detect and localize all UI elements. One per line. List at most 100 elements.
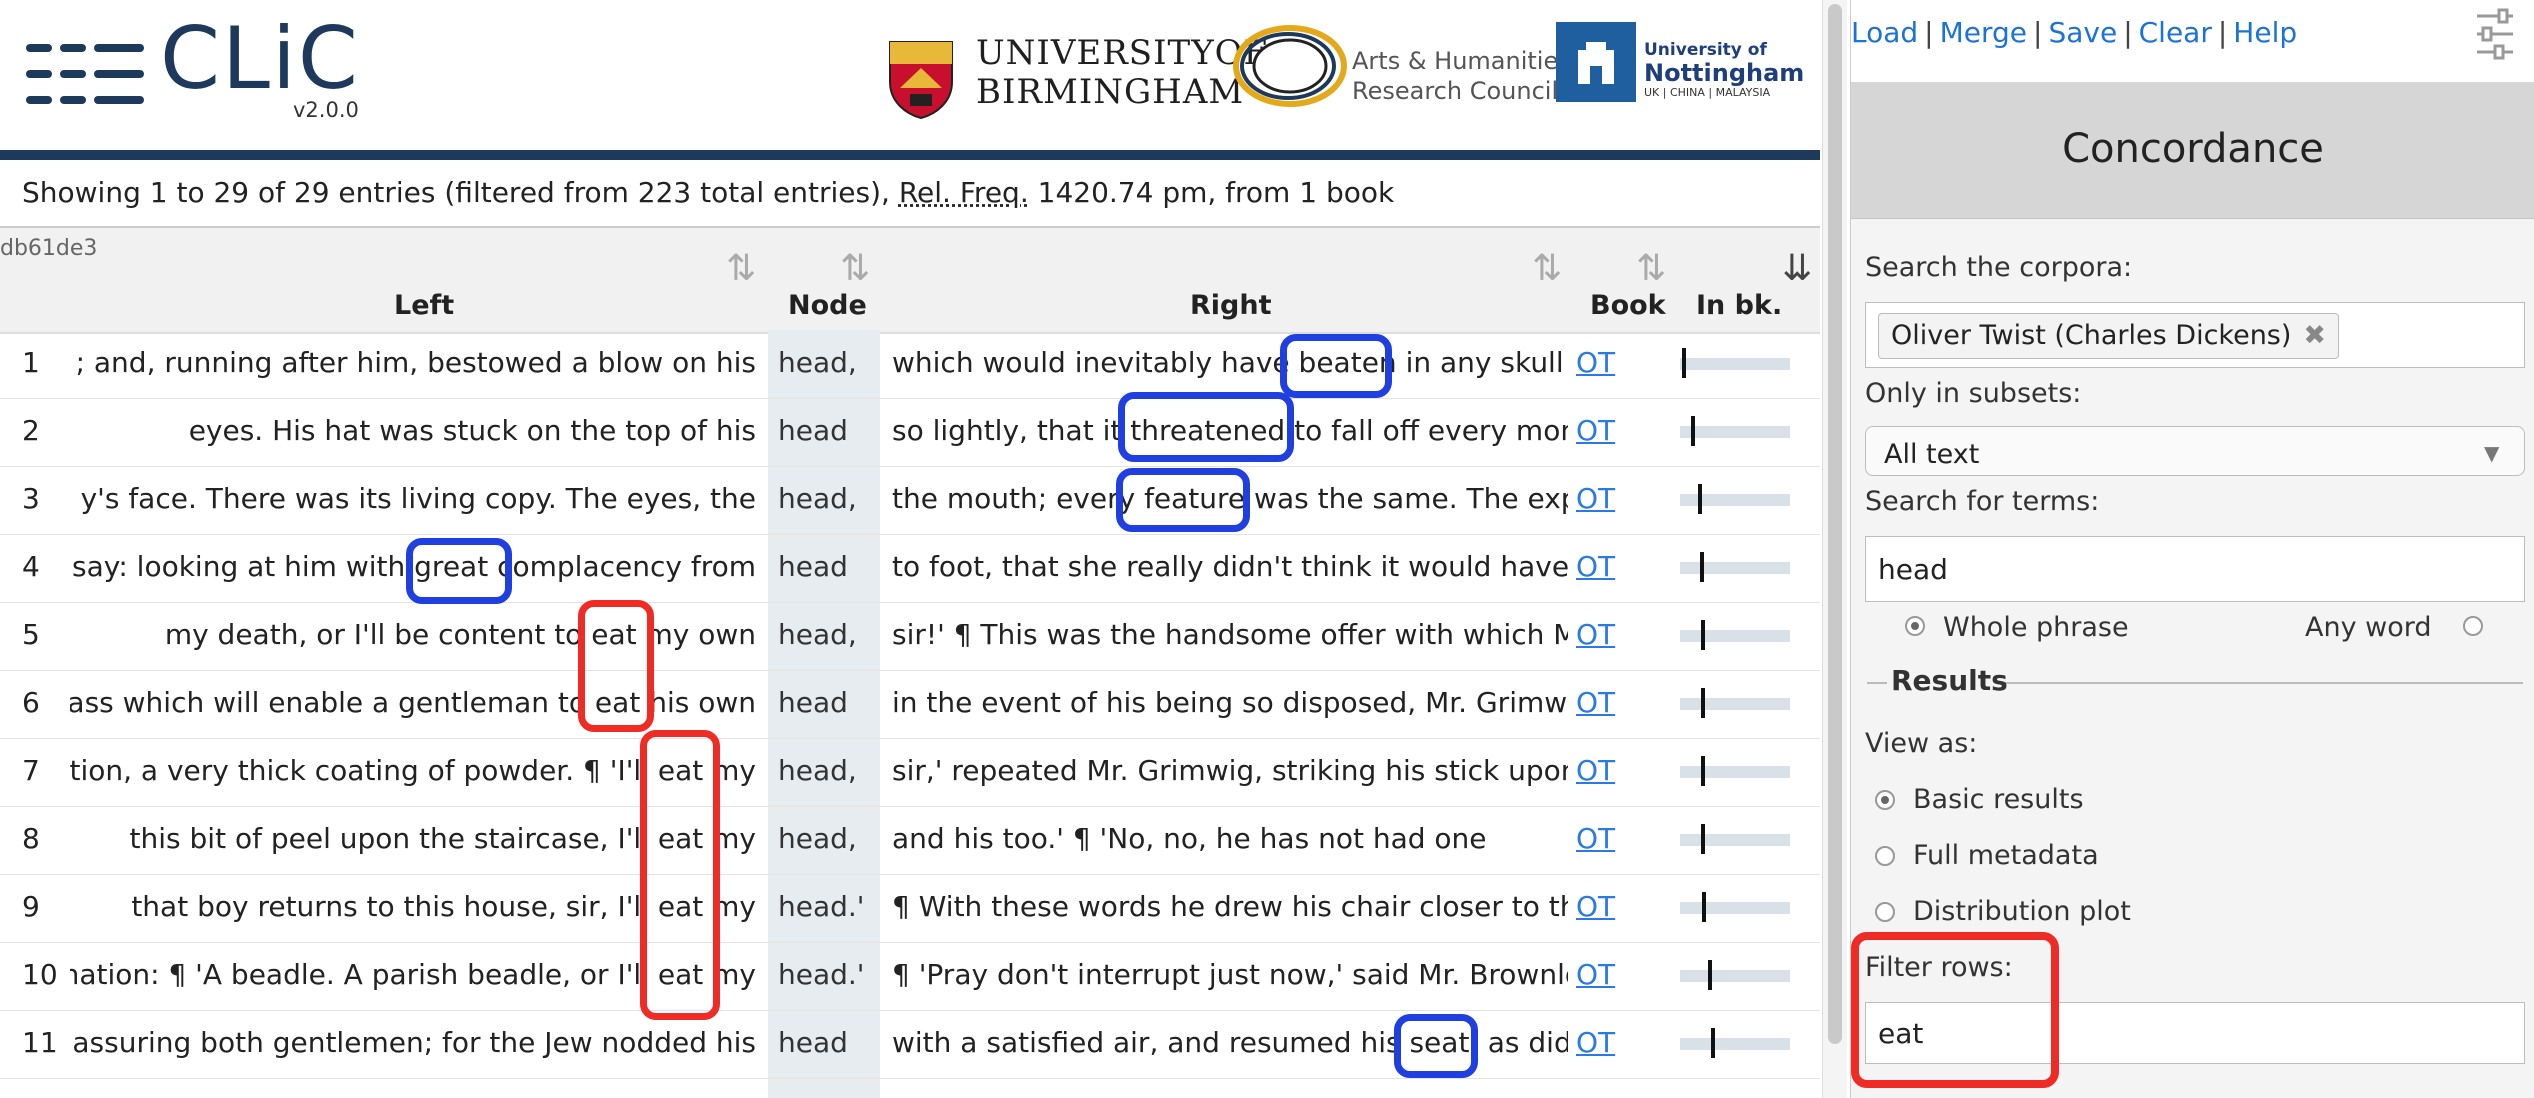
help-link[interactable]: Help [2233,16,2297,49]
position-marker [1701,756,1705,786]
any-word-label: Any word [2305,612,2432,643]
node-keyword: head.' [778,890,865,923]
corpus-tag[interactable]: Oliver Twist (Charles Dickens) ✖ [1878,313,2339,359]
position-in-book-bar [1680,630,1790,642]
right-context: sir!' ¶ This was the handsome offer with… [892,618,1568,651]
merge-link[interactable]: Merge [1940,16,2027,49]
view-dist-radio[interactable] [1875,902,1895,922]
book-link[interactable]: OT [1576,346,1615,379]
ahrc-ring-icon [1230,22,1348,108]
position-marker [1702,892,1706,922]
column-inbk[interactable]: In bk. [1696,290,1782,321]
table-row[interactable]: 7 tion, a very thick coating of powder. ¶… [0,738,1820,807]
position-marker [1708,960,1712,990]
birmingham-wordmark: UNIVERSITYOF BIRMINGHAM [976,34,1268,112]
clear-link[interactable]: Clear [2139,16,2212,49]
table-row[interactable]: 5 my death, or I'll be content to eat my … [0,602,1820,671]
position-marker [1682,348,1686,378]
link-separator: | [1924,16,1933,49]
left-context: nation: ¶ 'A beadle. A parish beadle, or… [70,958,756,991]
column-book[interactable]: Book [1590,290,1666,321]
book-link[interactable]: OT [1576,754,1615,787]
filter-rows-input[interactable]: eat [1865,1002,2525,1064]
table-row[interactable]: 4 say: looking at him with great complace… [0,534,1820,603]
results-heading: Results [1891,664,2008,697]
right-context: which would inevitably have beaten in an… [892,346,1568,379]
control-panel: Load | Merge | Save | Clear | Help Concordance S… [1850,0,2534,1098]
book-link[interactable]: OT [1576,482,1615,515]
right-context: and his too.' ¶ 'No, no, he has not had … [892,822,1568,855]
corpus-selector[interactable]: Oliver Twist (Charles Dickens) ✖ [1865,302,2525,368]
left-context: eyes. His hat was stuck on the top of hi… [70,414,756,447]
position-in-book-bar [1680,766,1790,778]
row-number: 2 [22,414,40,447]
book-link[interactable]: OT [1576,414,1615,447]
position-marker [1698,484,1702,514]
main-scrollbar[interactable] [1822,0,1847,1098]
link-separator: | [2218,16,2227,49]
book-link[interactable]: OT [1576,822,1615,855]
table-row[interactable]: 2 eyes. His hat was stuck on the top of h… [0,398,1820,467]
node-keyword: head, [778,618,857,651]
table-row[interactable]: 9 that boy returns to this house, sir, I'… [0,874,1820,943]
book-link[interactable]: OT [1576,618,1615,651]
column-node[interactable]: Node [788,290,867,321]
remove-corpus-icon[interactable]: ✖ [2303,320,2326,351]
book-link[interactable]: OT [1576,1026,1615,1059]
position-in-book-bar [1680,1038,1790,1050]
sort-desc-icon[interactable]: ⇊ [1782,248,1812,289]
whole-phrase-radio[interactable] [1905,616,1925,636]
link-separator: | [2123,16,2132,49]
sort-right-icon[interactable]: ⇅ [1532,248,1562,289]
table-row[interactable]: 3 y's face. There was its living copy. Th… [0,466,1820,535]
view-full-radio[interactable] [1875,846,1895,866]
results-divider [1867,682,1887,684]
position-in-book-bar [1680,426,1790,438]
position-marker [1701,824,1705,854]
left-context: my death, or I'll be content to eat my o… [70,618,756,651]
table-id: db61de3 [0,236,97,261]
table-row[interactable]: 1 ; and, running after him, bestowed a bl… [0,330,1820,399]
view-dist-label: Distribution plot [1913,896,2131,927]
any-word-radio[interactable] [2463,616,2483,636]
subset-select[interactable]: All text ▼ [1865,426,2525,476]
book-link[interactable]: OT [1576,686,1615,719]
table-row[interactable]: 8 this bit of peel upon the staircase, I'… [0,806,1820,875]
node-keyword: head [778,414,848,447]
node-keyword: head [778,550,848,583]
main-scrollbar-thumb[interactable] [1828,4,1842,1044]
column-right[interactable]: Right [1190,290,1272,321]
view-basic-radio[interactable] [1875,790,1895,810]
node-keyword: head [778,1026,848,1059]
book-link[interactable]: OT [1576,958,1615,991]
subsets-label: Only in subsets: [1865,378,2081,409]
settings-sliders-icon[interactable] [2473,6,2517,62]
column-left[interactable]: Left [394,290,454,321]
right-context: sir,' repeated Mr. Grimwig, striking his… [892,754,1568,787]
book-link[interactable]: OT [1576,890,1615,923]
position-in-book-bar [1680,902,1790,914]
left-context: assuring both gentlemen; for the Jew nod… [70,1026,756,1059]
book-link[interactable]: OT [1576,550,1615,583]
table-row[interactable]: 11 assuring both gentlemen; for the Jew n… [0,1010,1820,1079]
chevron-down-icon: ▼ [2484,441,2499,465]
terms-input[interactable]: head [1865,536,2525,602]
row-number: 10 [22,958,58,991]
save-link[interactable]: Save [2048,16,2117,49]
node-keyword: head, [778,346,857,379]
node-keyword: head, [778,754,857,787]
sort-book-icon[interactable]: ⇅ [1636,248,1666,289]
clic-logo-icon [26,40,146,110]
app-name: CLiC [160,16,360,102]
left-context: ; and, running after him, bestowed a blo… [70,346,756,379]
table-row[interactable]: 6 ass which will enable a gentleman to ea… [0,670,1820,739]
sort-node-icon[interactable]: ⇅ [840,248,870,289]
nottingham-crest-icon [1556,22,1636,102]
ahrc-wordmark: Arts & Humanities Research Council [1352,46,1571,106]
load-link[interactable]: Load [1851,16,1918,49]
table-row[interactable]: 10 nation: ¶ 'A beadle. A parish beadle, … [0,942,1820,1011]
row-number: 5 [22,618,40,651]
terms-label: Search for terms: [1865,486,2099,517]
filter-rows-label: Filter rows: [1865,952,2013,983]
sort-left-icon[interactable]: ⇅ [726,248,756,289]
